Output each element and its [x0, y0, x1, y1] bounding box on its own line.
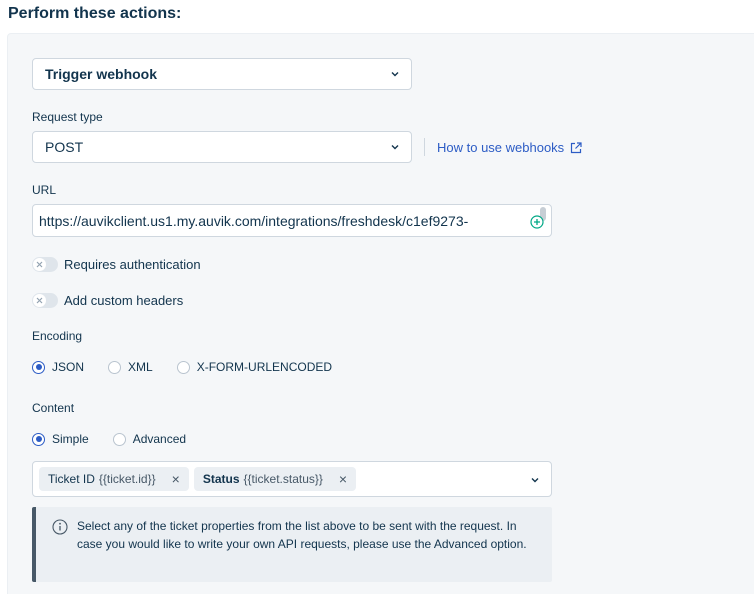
action-select-value: Trigger webhook: [45, 66, 158, 82]
chip-name: Ticket ID: [48, 472, 95, 486]
chip-token: {{ticket.status}}: [243, 472, 323, 486]
chip-token: {{ticket.id}}: [98, 472, 156, 486]
divider: [424, 138, 425, 156]
request-type-label: Request type: [32, 110, 103, 124]
radio-unselected-icon: [108, 360, 122, 374]
radio-unselected-icon: [112, 432, 126, 446]
encoding-radio-group: JSON XML X-FORM-URLENCODED: [32, 360, 352, 374]
chevron-down-icon[interactable]: [530, 475, 540, 485]
requires-auth-label: Requires authentication: [64, 257, 201, 272]
toggle-off-icon: [33, 258, 46, 271]
url-input[interactable]: https://auvikclient.us1.my.auvik.com/int…: [32, 204, 552, 237]
encoding-option-json[interactable]: JSON: [32, 360, 84, 374]
external-link-icon: [571, 141, 582, 153]
encoding-label: Encoding: [32, 329, 83, 343]
toggle-off-icon: [33, 294, 46, 307]
content-option-simple[interactable]: Simple: [32, 432, 89, 446]
encoding-option-label: XML: [128, 360, 153, 374]
field-chip: Ticket ID {{ticket.id}} ×: [39, 467, 189, 491]
content-radio-group: Simple Advanced: [32, 432, 206, 446]
radio-selected-icon: [32, 432, 45, 446]
remove-chip-icon[interactable]: ×: [339, 471, 347, 487]
content-option-advanced[interactable]: Advanced: [112, 432, 187, 446]
how-to-use-webhooks-link[interactable]: How to use webhooks: [437, 140, 582, 155]
url-label: URL: [32, 183, 57, 197]
custom-headers-label: Add custom headers: [64, 293, 184, 308]
info-callout: Select any of the ticket properties from…: [32, 507, 552, 582]
radio-unselected-icon: [176, 360, 190, 374]
requires-auth-toggle[interactable]: [32, 257, 58, 272]
custom-headers-toggle[interactable]: [32, 293, 58, 308]
content-option-label: Advanced: [132, 432, 187, 446]
content-label: Content: [32, 401, 75, 415]
encoding-option-form-urlencoded[interactable]: X-FORM-URLENCODED: [176, 360, 333, 374]
content-option-label: Simple: [52, 432, 89, 446]
info-text: Select any of the ticket properties from…: [77, 519, 527, 551]
section-heading: Perform these actions:: [8, 5, 182, 22]
chip-name: Status: [202, 472, 240, 486]
chevron-down-icon: [391, 72, 399, 77]
chevron-down-icon: [391, 145, 399, 150]
request-type-value: POST: [45, 139, 84, 155]
field-chip: Status {{ticket.status}} ×: [193, 467, 357, 491]
encoding-option-label: JSON: [52, 360, 85, 374]
encoding-option-label: X-FORM-URLENCODED: [196, 360, 333, 374]
custom-headers-row: Add custom headers: [32, 293, 183, 308]
remove-chip-icon[interactable]: ×: [172, 471, 180, 487]
help-link-label: How to use webhooks: [437, 140, 565, 155]
content-fields-multiselect[interactable]: Ticket ID {{ticket.id}} × Status {{ticke…: [32, 461, 552, 497]
requires-auth-row: Requires authentication: [32, 257, 201, 272]
add-placeholder-icon[interactable]: [530, 215, 544, 229]
request-type-select[interactable]: POST: [32, 131, 412, 163]
info-icon: [52, 519, 68, 535]
action-select[interactable]: Trigger webhook: [32, 58, 412, 90]
radio-selected-icon: [32, 360, 45, 374]
encoding-option-xml[interactable]: XML: [108, 360, 153, 374]
